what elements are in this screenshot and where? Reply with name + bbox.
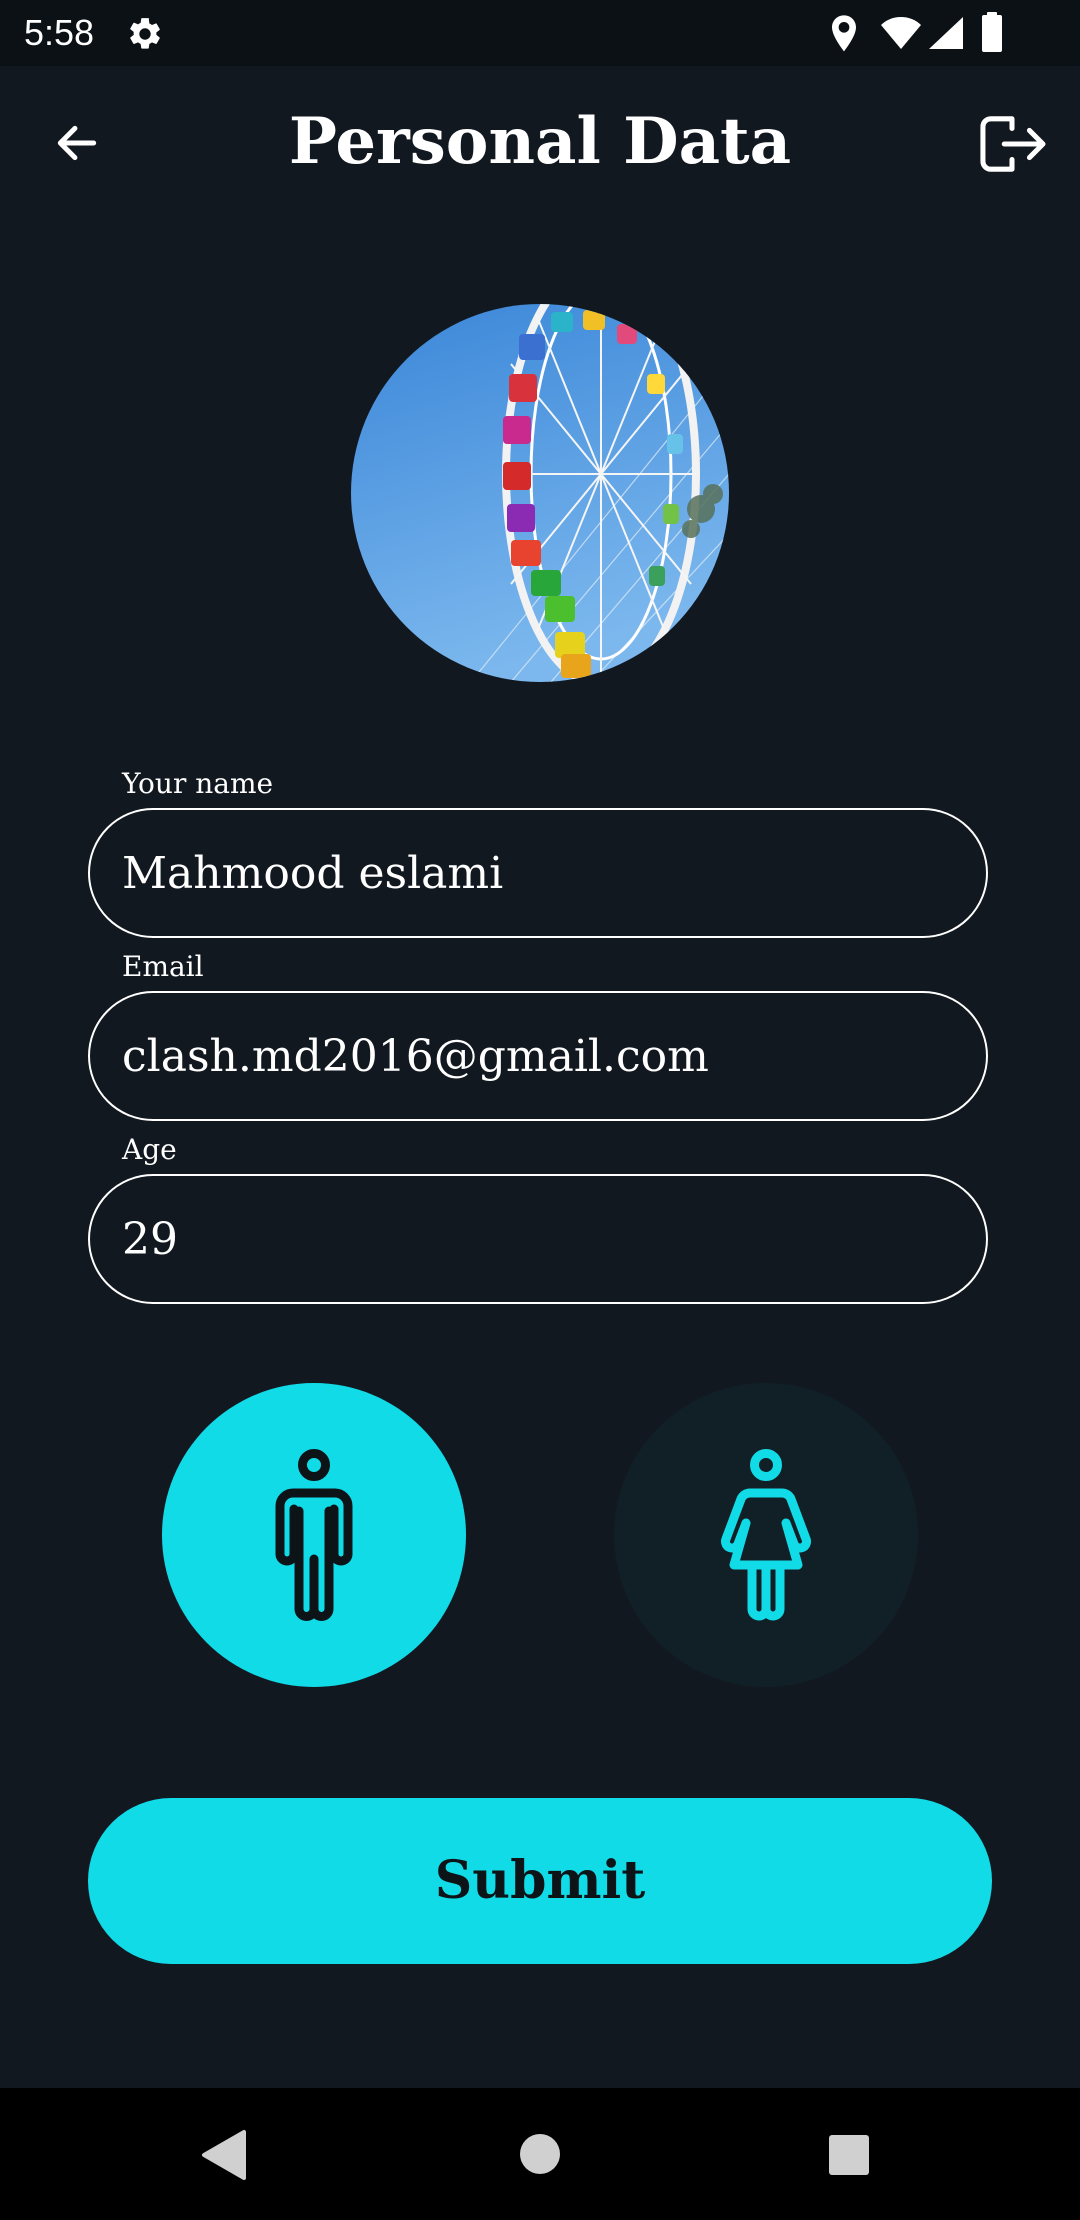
arrow-left-icon — [57, 125, 97, 161]
gender-male-option[interactable] — [162, 1383, 466, 1687]
back-button[interactable] — [44, 110, 110, 176]
name-field: Your name — [88, 766, 992, 946]
status-bar: 5:58 — [0, 0, 1080, 66]
male-person-icon — [275, 1449, 353, 1621]
gender-female-option[interactable] — [614, 1383, 918, 1687]
system-nav-bar — [0, 2088, 1080, 2220]
cell-signal-icon — [929, 17, 963, 49]
age-field: Age — [88, 1132, 992, 1312]
settings-gear-icon — [130, 18, 160, 49]
location-icon — [832, 15, 856, 52]
profile-photo-ferris-wheel — [351, 304, 729, 682]
email-input[interactable] — [122, 1019, 942, 1095]
nav-recents-icon[interactable] — [828, 2134, 870, 2176]
status-time: 5:58 — [24, 12, 95, 53]
name-input[interactable] — [122, 836, 942, 912]
avatar[interactable] — [351, 304, 729, 682]
age-label: Age — [122, 1133, 177, 1166]
nav-home-icon[interactable] — [519, 2133, 561, 2175]
age-input[interactable] — [122, 1202, 942, 1278]
logout-icon — [980, 116, 1046, 172]
female-person-icon — [721, 1449, 811, 1621]
submit-button[interactable]: Submit — [88, 1798, 992, 1964]
page-title: Personal Data — [288, 104, 792, 179]
battery-icon — [982, 12, 1002, 52]
wifi-icon — [881, 17, 921, 49]
email-input-box[interactable] — [88, 991, 988, 1121]
name-label: Your name — [122, 767, 274, 800]
age-input-box[interactable] — [88, 1174, 988, 1304]
nav-back-icon[interactable] — [200, 2128, 250, 2182]
logout-button[interactable] — [976, 108, 1048, 180]
email-field: Email — [88, 949, 992, 1129]
name-input-box[interactable] — [88, 808, 988, 938]
email-label: Email — [122, 950, 204, 983]
